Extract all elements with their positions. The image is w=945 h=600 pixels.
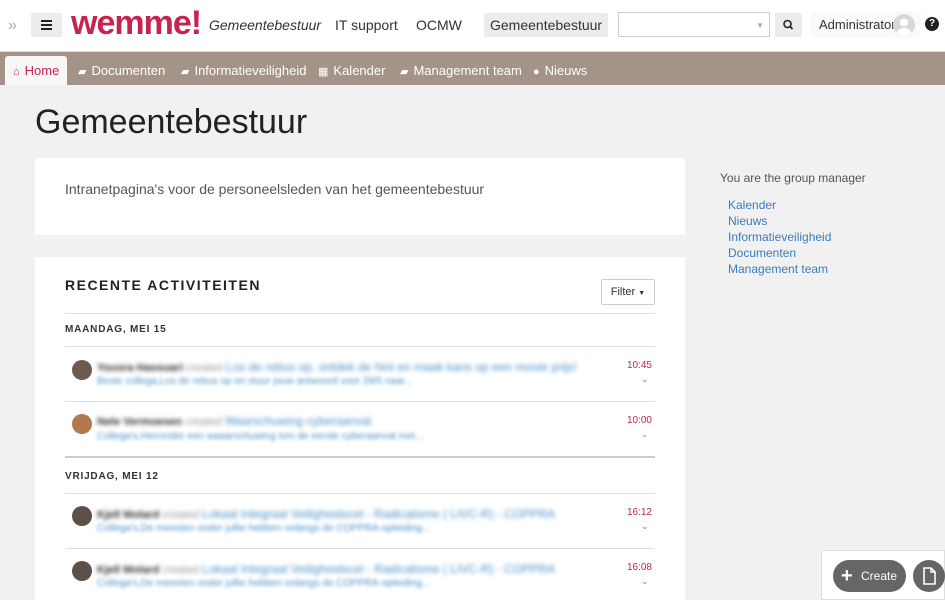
activity-excerpt[interactable]: Collega's,Hieronder een waaarschuwing tv… xyxy=(97,431,424,442)
comments-icon: ● xyxy=(533,66,540,78)
user-icon xyxy=(896,18,912,36)
chevron-down-icon: ▼ xyxy=(756,21,764,30)
sidebar-link-nieuws[interactable]: Nieuws xyxy=(728,214,767,228)
divider xyxy=(65,548,655,549)
activity-verb: created xyxy=(162,564,200,576)
activity-time: 10:00 xyxy=(626,415,652,426)
sidebar-link-documenten[interactable]: Documenten xyxy=(728,246,796,260)
chevron-down-icon[interactable]: ⌄ xyxy=(641,374,649,385)
help-icon[interactable]: ? xyxy=(925,17,939,31)
tab-management-team[interactable]: ▰ Management team xyxy=(400,56,522,85)
home-icon: ⌂ xyxy=(13,66,20,78)
divider xyxy=(65,401,655,402)
plus-icon: + xyxy=(841,565,853,587)
divider xyxy=(65,456,655,458)
activity-verb: created xyxy=(162,509,200,521)
caret-down-icon: ▼ xyxy=(638,290,646,297)
activity-title: RECENTE ACTIVITEITEN xyxy=(65,277,261,293)
activity-author: Kjell Molard xyxy=(97,564,160,576)
activity-excerpt[interactable]: Collega's,De meesten onder jullie hebben… xyxy=(97,578,430,589)
group-nav: ⌂ Home ▰ Documenten ▰ Informatieveiligheid … xyxy=(0,52,945,85)
logo[interactable]: wemme! xyxy=(71,5,202,41)
folder-icon: ▰ xyxy=(181,66,190,78)
expand-sidebar-icon[interactable]: » xyxy=(8,17,22,35)
activity-headline[interactable]: Nele Vermoesen created Waarschuwing cybe… xyxy=(97,414,371,428)
tab-kalender[interactable]: ▦ Kalender xyxy=(318,56,385,85)
tab-documenten[interactable]: ▰ Documenten xyxy=(78,56,165,85)
search-icon xyxy=(783,19,794,30)
sidebar-link-kalender[interactable]: Kalender xyxy=(728,198,776,212)
avatar[interactable] xyxy=(72,360,92,380)
tab-label: Kalender xyxy=(333,63,386,78)
activity-link[interactable]: Lokaal Integraal Veiligheidscel - Radica… xyxy=(202,507,555,521)
activity-time: 16:12 xyxy=(626,507,652,518)
activity-author: Nele Vermoesen xyxy=(97,416,182,428)
user-name: Administrator xyxy=(819,17,896,32)
topnav-ocmw[interactable]: OCMW xyxy=(416,13,462,37)
topnav-gemeentebestuur[interactable]: Gemeentebestuur xyxy=(209,13,321,37)
activity-headline[interactable]: Kjell Molard created Lokaal Integraal Ve… xyxy=(97,562,555,576)
tab-informatieveiligheid[interactable]: ▰ Informatieveiligheid xyxy=(181,56,306,85)
activity-time: 10:45 xyxy=(626,360,652,371)
document-icon xyxy=(923,567,936,585)
avatar[interactable] xyxy=(72,506,92,526)
top-bar: » wemme! Gemeentebestuur IT support OCMW… xyxy=(0,0,945,52)
divider xyxy=(65,493,655,494)
user-menu[interactable]: Administrator xyxy=(811,12,921,38)
chevron-down-icon[interactable]: ⌄ xyxy=(641,429,649,440)
date-heading: VRIJDAG, MEI 12 xyxy=(65,471,159,482)
avatar[interactable] xyxy=(72,414,92,434)
activity-excerpt[interactable]: Collega's,De meesten onder jullie hebben… xyxy=(97,523,430,534)
activity-link[interactable]: Waarschuwing cyberaanval xyxy=(225,414,371,428)
create-panel: + Create xyxy=(821,550,945,600)
chevron-down-icon[interactable]: ⌄ xyxy=(641,576,649,587)
activity-card: RECENTE ACTIVITEITEN Filter ▼ MAANDAG, M… xyxy=(35,257,685,600)
tab-home[interactable]: ⌂ Home xyxy=(5,56,68,85)
create-button[interactable]: + Create xyxy=(833,560,906,592)
tab-label: Informatieveiligheid xyxy=(194,63,307,78)
new-document-button[interactable] xyxy=(913,560,945,592)
avatar[interactable] xyxy=(72,561,92,581)
activity-verb: created xyxy=(185,416,222,428)
intro-text: Intranetpagina's voor de personeelsleden… xyxy=(65,181,485,197)
sidebar-link-management-team[interactable]: Management team xyxy=(728,262,828,276)
activity-time: 16:08 xyxy=(626,562,652,573)
filter-button[interactable]: Filter ▼ xyxy=(601,279,655,305)
group-manager-note: You are the group manager xyxy=(720,171,866,185)
activity-headline[interactable]: Yousra Hassuari created Los de rebus op,… xyxy=(97,360,577,374)
intro-card: Intranetpagina's voor de personeelsleden… xyxy=(35,158,685,235)
divider xyxy=(65,313,655,314)
activity-link[interactable]: Lokaal Integraal Veiligheidscel - Radica… xyxy=(202,562,555,576)
date-heading: MAANDAG, MEI 15 xyxy=(65,324,167,335)
tab-label: Documenten xyxy=(91,63,166,78)
folder-icon: ▰ xyxy=(78,66,87,78)
menu-button[interactable] xyxy=(31,13,62,37)
activity-link[interactable]: Los de rebus op, ontdek de hint en maak … xyxy=(226,360,577,374)
activity-author: Kjell Molard xyxy=(97,509,160,521)
calendar-icon: ▦ xyxy=(318,66,329,78)
folder-icon: ▰ xyxy=(400,66,409,78)
activity-excerpt[interactable]: Beste collega,Los de rebus op en stuur j… xyxy=(97,376,413,387)
topnav-current-group[interactable]: Gemeentebestuur xyxy=(484,13,609,37)
topnav-it-support[interactable]: IT support xyxy=(335,13,398,37)
avatar xyxy=(893,14,915,36)
chevron-down-icon[interactable]: ⌄ xyxy=(641,521,649,532)
divider xyxy=(65,346,655,347)
search-input[interactable]: ▼ xyxy=(618,12,770,37)
tab-nieuws[interactable]: ● Nieuws xyxy=(533,56,587,85)
tab-label: Home xyxy=(24,63,60,78)
create-label: Create xyxy=(861,569,898,583)
sidebar-link-informatieveiligheid[interactable]: Informatieveiligheid xyxy=(728,230,831,244)
activity-author: Yousra Hassuari xyxy=(97,362,184,374)
activity-headline[interactable]: Kjell Molard created Lokaal Integraal Ve… xyxy=(97,507,555,521)
page-title: Gemeentebestuur xyxy=(35,103,308,141)
filter-label: Filter xyxy=(610,286,636,298)
tab-label: Management team xyxy=(413,63,522,78)
tab-label: Nieuws xyxy=(544,63,588,78)
search-button[interactable] xyxy=(775,13,802,37)
activity-verb: created xyxy=(186,362,223,374)
